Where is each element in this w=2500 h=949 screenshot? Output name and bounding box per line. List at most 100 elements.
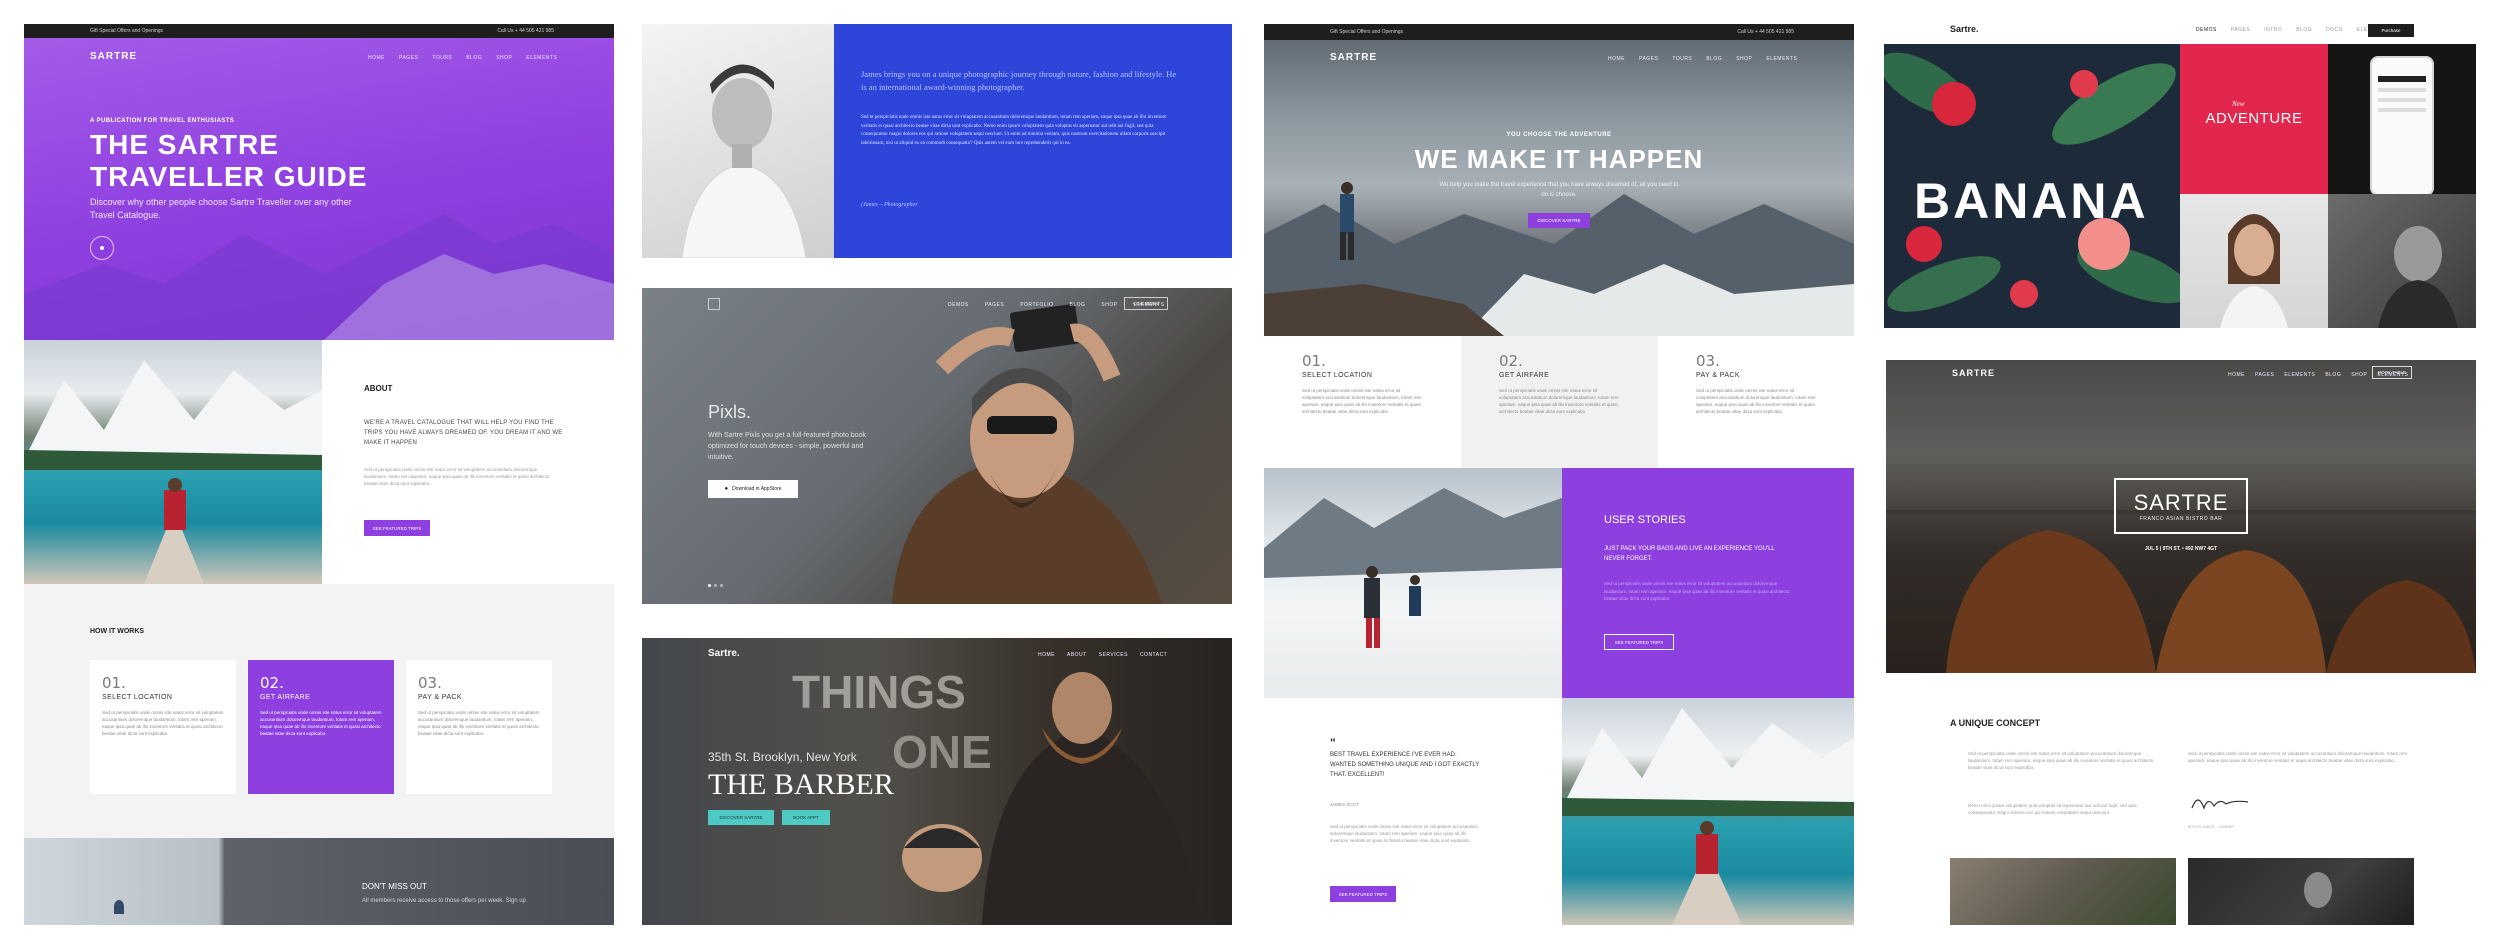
nav-item-tours[interactable]: TOURS xyxy=(1672,56,1692,62)
top-info-bar: Gift Special Offers and Openings Call Us… xyxy=(24,24,614,38)
slider-dot[interactable] xyxy=(720,584,723,587)
bistro-logo[interactable]: SARTRE xyxy=(1952,368,1995,378)
topbar-left-text: Gift Special Offers and Openings xyxy=(1330,29,1404,35)
concept-left-text-2: Nemo enim ipsam voluptatem quia voluptas… xyxy=(1968,803,2137,815)
nav-item-blog[interactable]: Blog xyxy=(2296,27,2312,33)
banana-headline: BANANA xyxy=(1914,173,2149,229)
step-text: Sed ut perspiciatis unde omnis iste natu… xyxy=(1499,388,1619,414)
testimonial-quote: BEST TRAVEL EXPERIENCE I'VE EVER HAD. WA… xyxy=(1330,752,1480,778)
barber-tile-illustration xyxy=(2378,226,2458,328)
unique-concept-section: A UNIQUE CONCEPT Sed ut perspiciatis und… xyxy=(1884,700,2476,925)
appstore-download-button[interactable]: ● Download in AppStore xyxy=(708,480,798,498)
nav-item-elements[interactable]: ELEMENTS xyxy=(2284,372,2315,378)
pixls-logo-icon[interactable] xyxy=(708,298,720,310)
canoe-lake-photo xyxy=(24,340,322,584)
barber-photo-tile xyxy=(2328,194,2476,328)
site-logo[interactable]: SARTRE xyxy=(1330,52,1377,63)
play-dot-icon xyxy=(100,246,104,250)
nav-item-pages[interactable]: PAGES xyxy=(1639,56,1658,62)
nav-item-shop[interactable]: SHOP xyxy=(496,55,512,61)
nav-item-shop[interactable]: SHOP xyxy=(2351,372,2367,378)
step-card-3[interactable]: 03. PAY & PACK Sed ut perspiciatis unde … xyxy=(406,660,552,794)
step-title: SELECT LOCATION xyxy=(102,694,173,701)
topbar-right-text: Call Us + 44 505 421 985 xyxy=(497,28,554,34)
coffee-photo xyxy=(1950,858,2176,925)
nav-item-pages[interactable]: PAGES xyxy=(2255,372,2274,378)
bistro-sign-subtitle: FRANCO ASIAN BISTRO BAR xyxy=(2139,516,2223,522)
step-card-1[interactable]: 01. SELECT LOCATION Sed ut perspiciatis … xyxy=(90,660,236,794)
concept-right-text: Sed ut perspiciatis unde omnis iste natu… xyxy=(2188,751,2408,763)
nav-item-pages[interactable]: Pages xyxy=(2231,27,2250,33)
book-table-button[interactable]: BOOK TABLE xyxy=(2372,366,2412,379)
testimonial-body: Sed ut perspiciatis unde omnis iste natu… xyxy=(1330,824,1479,843)
barber-nav: HOME ABOUT SERVICES CONTACT xyxy=(1038,652,1167,658)
get-started-button[interactable]: + Get Started xyxy=(1124,297,1168,310)
nav-item-blog[interactable]: BLOG xyxy=(1706,56,1722,62)
phone-screen-line xyxy=(2378,98,2426,102)
nav-item-pages[interactable]: PAGES xyxy=(399,55,418,61)
book-appointment-button[interactable]: BOOK APPT xyxy=(782,810,830,825)
sartre-logo[interactable]: Sartre. xyxy=(1950,24,1979,34)
user-stories-body: Sed ut perspiciatis unde omnis iste natu… xyxy=(1604,581,1790,601)
nav-item-shop[interactable]: Shop xyxy=(1101,302,1117,308)
discover-sartre-button[interactable]: DISCOVER SARTRE xyxy=(1528,213,1590,228)
nav-item-portfolio[interactable]: Portfolio xyxy=(1020,302,1053,308)
nav-item-demos[interactable]: Demos xyxy=(948,302,969,308)
see-featured-trips-button[interactable]: SEE FEATURED TRIPS xyxy=(364,520,430,536)
mountain-peaks-illustration xyxy=(1562,708,1854,925)
nav-item-elements[interactable]: ELEMENTS xyxy=(1766,56,1797,62)
user-stories-heading: USER STORIES xyxy=(1604,514,1686,526)
hero-subtitle: Discover why other people choose Sartre … xyxy=(90,197,352,220)
signature-image xyxy=(2191,799,2249,810)
step-card-1[interactable]: 01. SELECT LOCATION Sed ut perspiciatis … xyxy=(1264,336,1461,468)
step-number: 02. xyxy=(260,674,284,692)
nav-item-elements[interactable]: ELEMENTS xyxy=(526,55,557,61)
step-card-3[interactable]: 03. PAY & PACK Sed ut perspiciatis unde … xyxy=(1658,336,1854,468)
nav-item-home[interactable]: HOME xyxy=(2228,372,2245,378)
nav-item-tours[interactable]: TOURS xyxy=(432,55,452,61)
snow-hikers-illustration xyxy=(1264,488,1562,648)
slider-dot[interactable] xyxy=(708,584,711,587)
pixls-title: Pixls. xyxy=(708,402,752,422)
adventure-hero-section: Gift Special Offers and Openings Call Us… xyxy=(1264,24,1854,336)
nav-item-home[interactable]: HOME xyxy=(1038,652,1055,658)
nav-item-blog[interactable]: Blog xyxy=(1070,302,1086,308)
nav-item-home[interactable]: HOME xyxy=(368,55,385,61)
purchase-button[interactable]: Purchase xyxy=(2368,24,2414,37)
testimonial-section: " BEST TRAVEL EXPERIENCE I'VE EVER HAD. … xyxy=(1264,698,1854,925)
nav-item-blog[interactable]: BLOG xyxy=(2325,372,2341,378)
barber-logo[interactable]: Sartre. xyxy=(708,648,740,659)
nav-item-about[interactable]: ABOUT xyxy=(1067,652,1087,658)
woman-portrait-tile xyxy=(2180,194,2328,328)
slider-dots[interactable] xyxy=(708,584,723,587)
nav-item-docs[interactable]: Docs xyxy=(2326,27,2342,33)
nav-item-home[interactable]: HOME xyxy=(1608,56,1625,62)
pixls-text: With Sartre Pixls you get a full-feature… xyxy=(708,432,866,461)
site-logo[interactable]: SARTRE xyxy=(90,51,137,62)
pixls-app-section: Demos Pages Portfolio Blog Shop Elements… xyxy=(642,288,1232,604)
step-title: PAY & PACK xyxy=(418,694,462,701)
step-card-2[interactable]: 02. GET AIRFARE Sed ut perspiciatis unde… xyxy=(1461,336,1658,468)
slider-dot[interactable] xyxy=(714,584,717,587)
step-text: Sed ut perspiciatis unde omnis iste natu… xyxy=(1302,388,1422,414)
dont-miss-out-section: DON'T MISS OUT All members receive acces… xyxy=(24,838,614,925)
step-number: 03. xyxy=(1696,352,1720,370)
nav-item-intro[interactable]: Intro xyxy=(2264,27,2282,33)
nav-item-contact[interactable]: CONTACT xyxy=(1140,652,1167,658)
nav-item-blog[interactable]: BLOG xyxy=(466,55,482,61)
top-info-bar: Gift Special Offers and Openings Call Us… xyxy=(1264,24,1854,40)
play-video-button[interactable] xyxy=(90,236,114,260)
nav-item-demos[interactable]: Demos xyxy=(2196,27,2217,33)
phone-screen-line xyxy=(2378,88,2426,92)
step-text: Sed ut perspiciatis unde omnis iste natu… xyxy=(418,710,540,736)
nav-item-services[interactable]: SERVICES xyxy=(1099,652,1128,658)
nav-item-shop[interactable]: SHOP xyxy=(1736,56,1752,62)
how-it-works-section: HOW IT WORKS 01. SELECT LOCATION Sed ut … xyxy=(24,584,614,838)
nav-item-pages[interactable]: Pages xyxy=(985,302,1004,308)
phone-mockup xyxy=(2370,56,2434,196)
step-card-2[interactable]: 02. GET AIRFARE Sed ut perspiciatis unde… xyxy=(248,660,394,794)
see-featured-trips-button[interactable]: SEE FEATURED TRIPS xyxy=(1330,886,1396,902)
discover-sartre-button[interactable]: DISCOVER SARTRE xyxy=(708,810,774,825)
see-featured-trips-button[interactable]: SEE FEATURED TRIPS xyxy=(1604,634,1674,650)
step-number: 03. xyxy=(418,674,442,692)
